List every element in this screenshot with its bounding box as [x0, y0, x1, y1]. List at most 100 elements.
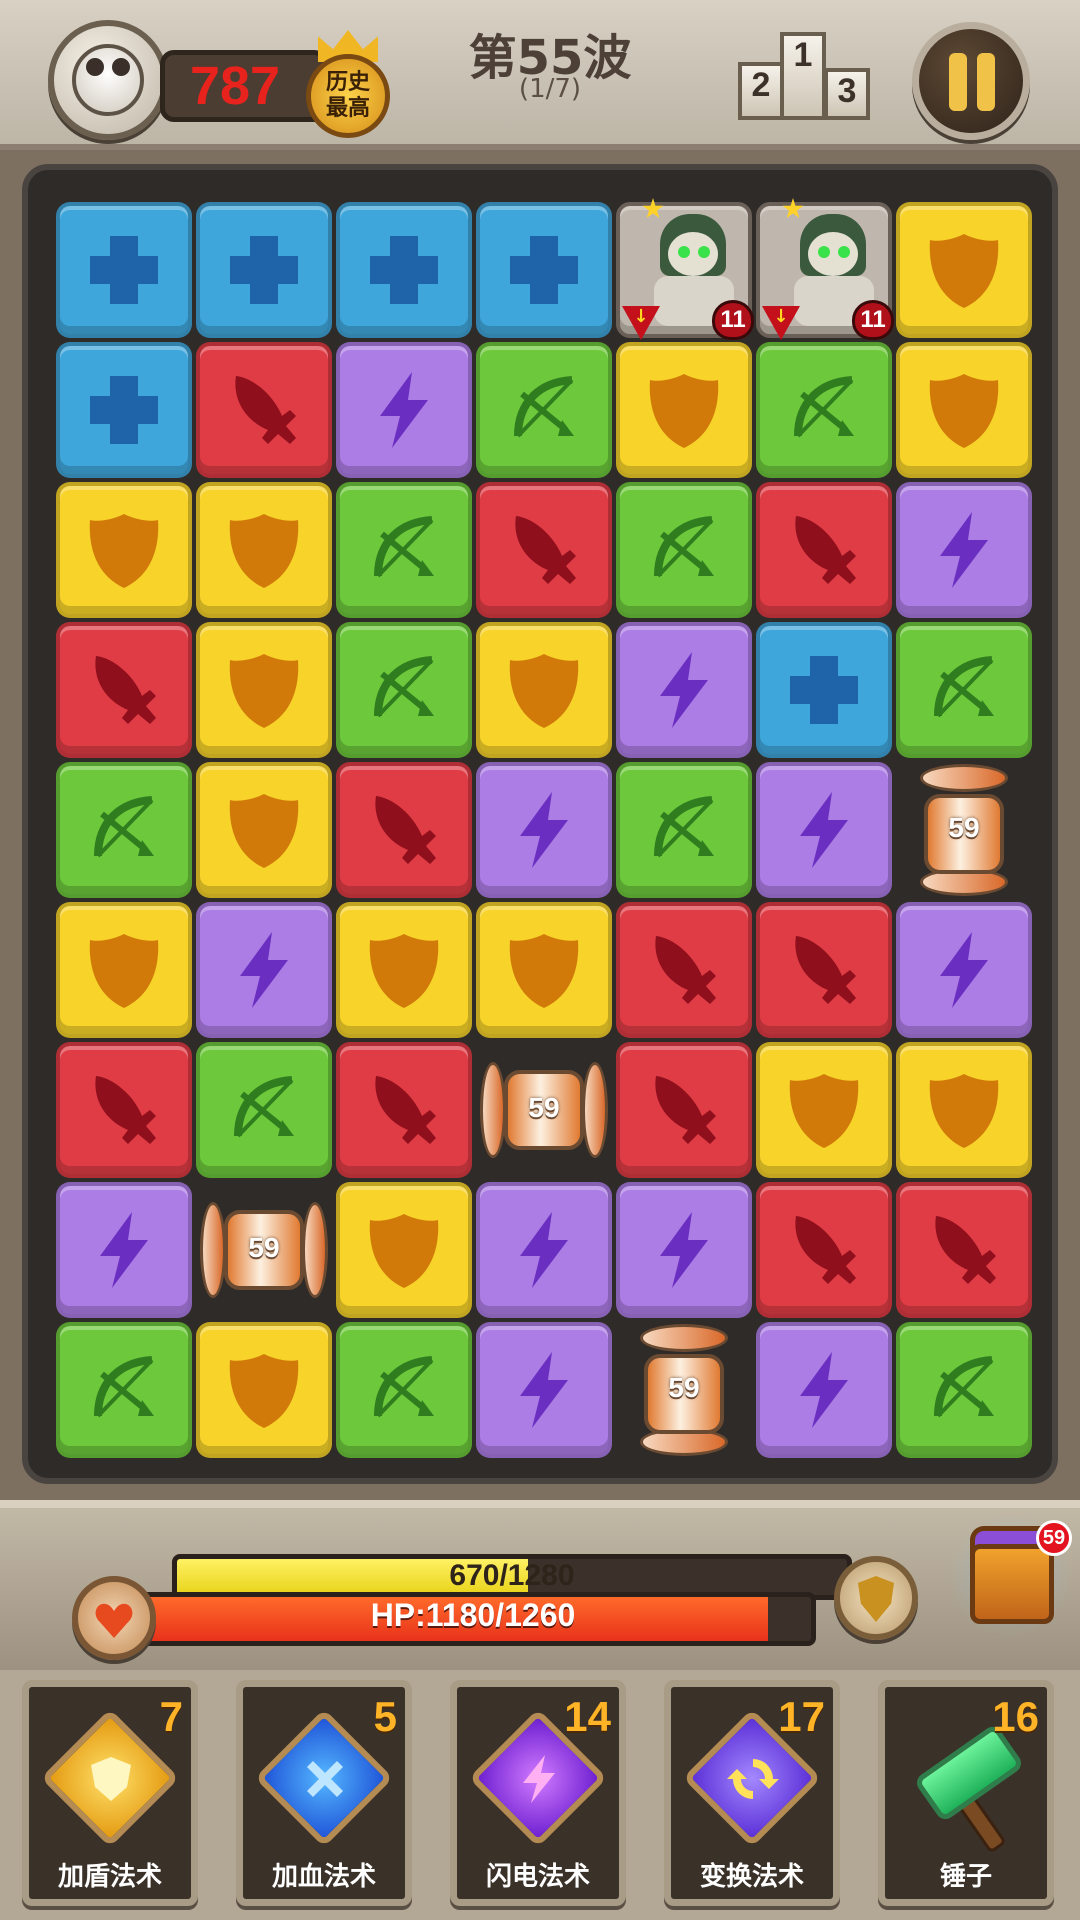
shield-tile[interactable]	[336, 902, 472, 1038]
sword-tile[interactable]	[616, 1042, 752, 1178]
heal-tile[interactable]	[56, 202, 192, 338]
heal-icon	[510, 236, 578, 304]
hp-text: HP:1180/1260	[370, 1597, 576, 1633]
enemy-tile[interactable]: ↓ 11	[756, 198, 894, 340]
lightning-tile[interactable]	[756, 762, 892, 898]
sword-icon	[655, 936, 716, 1004]
sword-tile[interactable]	[56, 1042, 192, 1178]
bow-tile[interactable]	[336, 622, 472, 758]
shield-tile[interactable]	[196, 762, 332, 898]
shield-icon	[858, 1576, 894, 1622]
lightning-icon	[940, 512, 988, 588]
lightning-icon	[660, 1212, 708, 1288]
shield-tile[interactable]	[56, 482, 192, 618]
skull-icon	[72, 44, 144, 116]
lightning-tile[interactable]	[896, 902, 1032, 1038]
shield-tile[interactable]	[756, 1042, 892, 1178]
bomb-tile[interactable]: 59	[196, 1182, 332, 1318]
bomb-tile[interactable]: 59	[476, 1042, 612, 1178]
lightning-tile[interactable]	[56, 1182, 192, 1318]
heal-tile[interactable]	[336, 202, 472, 338]
lightning-tile[interactable]	[896, 482, 1032, 618]
sword-tile[interactable]	[336, 762, 472, 898]
skill-shield-spell[interactable]: 7 加盾法术	[22, 1680, 198, 1906]
bow-tile[interactable]	[896, 1322, 1032, 1458]
pause-button[interactable]	[912, 22, 1030, 140]
skill-transform-spell[interactable]: 17 变换法术	[664, 1680, 840, 1906]
star-icon	[642, 198, 664, 219]
lightning-icon	[800, 792, 848, 868]
sword-icon	[795, 516, 856, 584]
lightning-tile[interactable]	[196, 902, 332, 1038]
tile-grid: ↓ 11 ↓ 11 59 59 59 59	[56, 198, 1036, 1462]
sword-tile[interactable]	[896, 1182, 1032, 1318]
sword-tile[interactable]	[336, 1042, 472, 1178]
bow-icon	[654, 516, 714, 578]
bow-tile[interactable]	[616, 482, 752, 618]
skill-count: 5	[373, 1693, 397, 1740]
shield-tile[interactable]	[336, 1182, 472, 1318]
bow-tile[interactable]	[616, 762, 752, 898]
heal-tile[interactable]	[56, 342, 192, 478]
enemy-hp-badge: 11	[852, 300, 894, 340]
sword-tile[interactable]	[756, 902, 892, 1038]
shield-tile[interactable]	[476, 902, 612, 1038]
shield-button[interactable]	[834, 1556, 918, 1640]
skill-heal-spell[interactable]: 5 加血法术	[236, 1680, 412, 1906]
heal-tile[interactable]	[196, 202, 332, 338]
bomb-tile[interactable]: 59	[616, 1322, 752, 1458]
bow-tile[interactable]	[896, 622, 1032, 758]
shield-tile[interactable]	[896, 1042, 1032, 1178]
sword-tile[interactable]	[476, 482, 612, 618]
bow-tile[interactable]	[476, 342, 612, 478]
shield-tile[interactable]	[476, 622, 612, 758]
lightning-tile[interactable]	[476, 1182, 612, 1318]
shield-tile[interactable]	[896, 202, 1032, 338]
sword-tile[interactable]	[756, 1182, 892, 1318]
sword-icon	[795, 1216, 856, 1284]
shield-tile[interactable]	[896, 342, 1032, 478]
shield-tile[interactable]	[196, 622, 332, 758]
heal-tile[interactable]	[756, 622, 892, 758]
bow-tile[interactable]	[756, 342, 892, 478]
bow-tile[interactable]	[56, 762, 192, 898]
bow-icon	[94, 1356, 154, 1418]
bomb-timer: 59	[668, 1372, 700, 1403]
star-icon	[782, 198, 804, 219]
leaderboard-button[interactable]: 2 1 3	[738, 28, 870, 120]
bow-tile[interactable]	[196, 1042, 332, 1178]
bow-tile[interactable]	[336, 482, 472, 618]
bow-tile[interactable]	[56, 1322, 192, 1458]
lightning-tile[interactable]	[616, 1182, 752, 1318]
shield-tile[interactable]	[196, 482, 332, 618]
sword-icon	[95, 1076, 156, 1144]
shield-icon	[229, 794, 299, 868]
heal-tile[interactable]	[476, 202, 612, 338]
shield-tile[interactable]	[196, 1322, 332, 1458]
sword-tile[interactable]	[616, 902, 752, 1038]
shield-icon	[89, 934, 159, 1008]
lightning-tile[interactable]	[616, 622, 752, 758]
enemy-tile[interactable]: ↓ 11	[616, 198, 754, 340]
bow-icon	[934, 656, 994, 718]
lightning-tile[interactable]	[756, 1322, 892, 1458]
heart-button[interactable]	[72, 1576, 156, 1660]
skill-hammer[interactable]: 16 锤子	[878, 1680, 1054, 1906]
sword-tile[interactable]	[56, 622, 192, 758]
skeleton-icon	[808, 232, 858, 276]
lightning-tile[interactable]	[476, 1322, 612, 1458]
best-score-label: 历史最高	[325, 70, 370, 121]
shield-tile[interactable]	[56, 902, 192, 1038]
sword-tile[interactable]	[756, 482, 892, 618]
skill-lightning-spell[interactable]: 14 闪电法术	[450, 1680, 626, 1906]
bow-tile[interactable]	[336, 1322, 472, 1458]
lightning-tile[interactable]	[336, 342, 472, 478]
bomb-tile[interactable]: 59	[896, 762, 1032, 898]
lightning-tile[interactable]	[476, 762, 612, 898]
skill-count: 16	[992, 1693, 1039, 1740]
skull-avatar-button[interactable]	[48, 20, 168, 140]
shield-tile[interactable]	[616, 342, 752, 478]
sword-tile[interactable]	[196, 342, 332, 478]
shield-icon	[509, 654, 579, 728]
shield-icon	[649, 374, 719, 448]
